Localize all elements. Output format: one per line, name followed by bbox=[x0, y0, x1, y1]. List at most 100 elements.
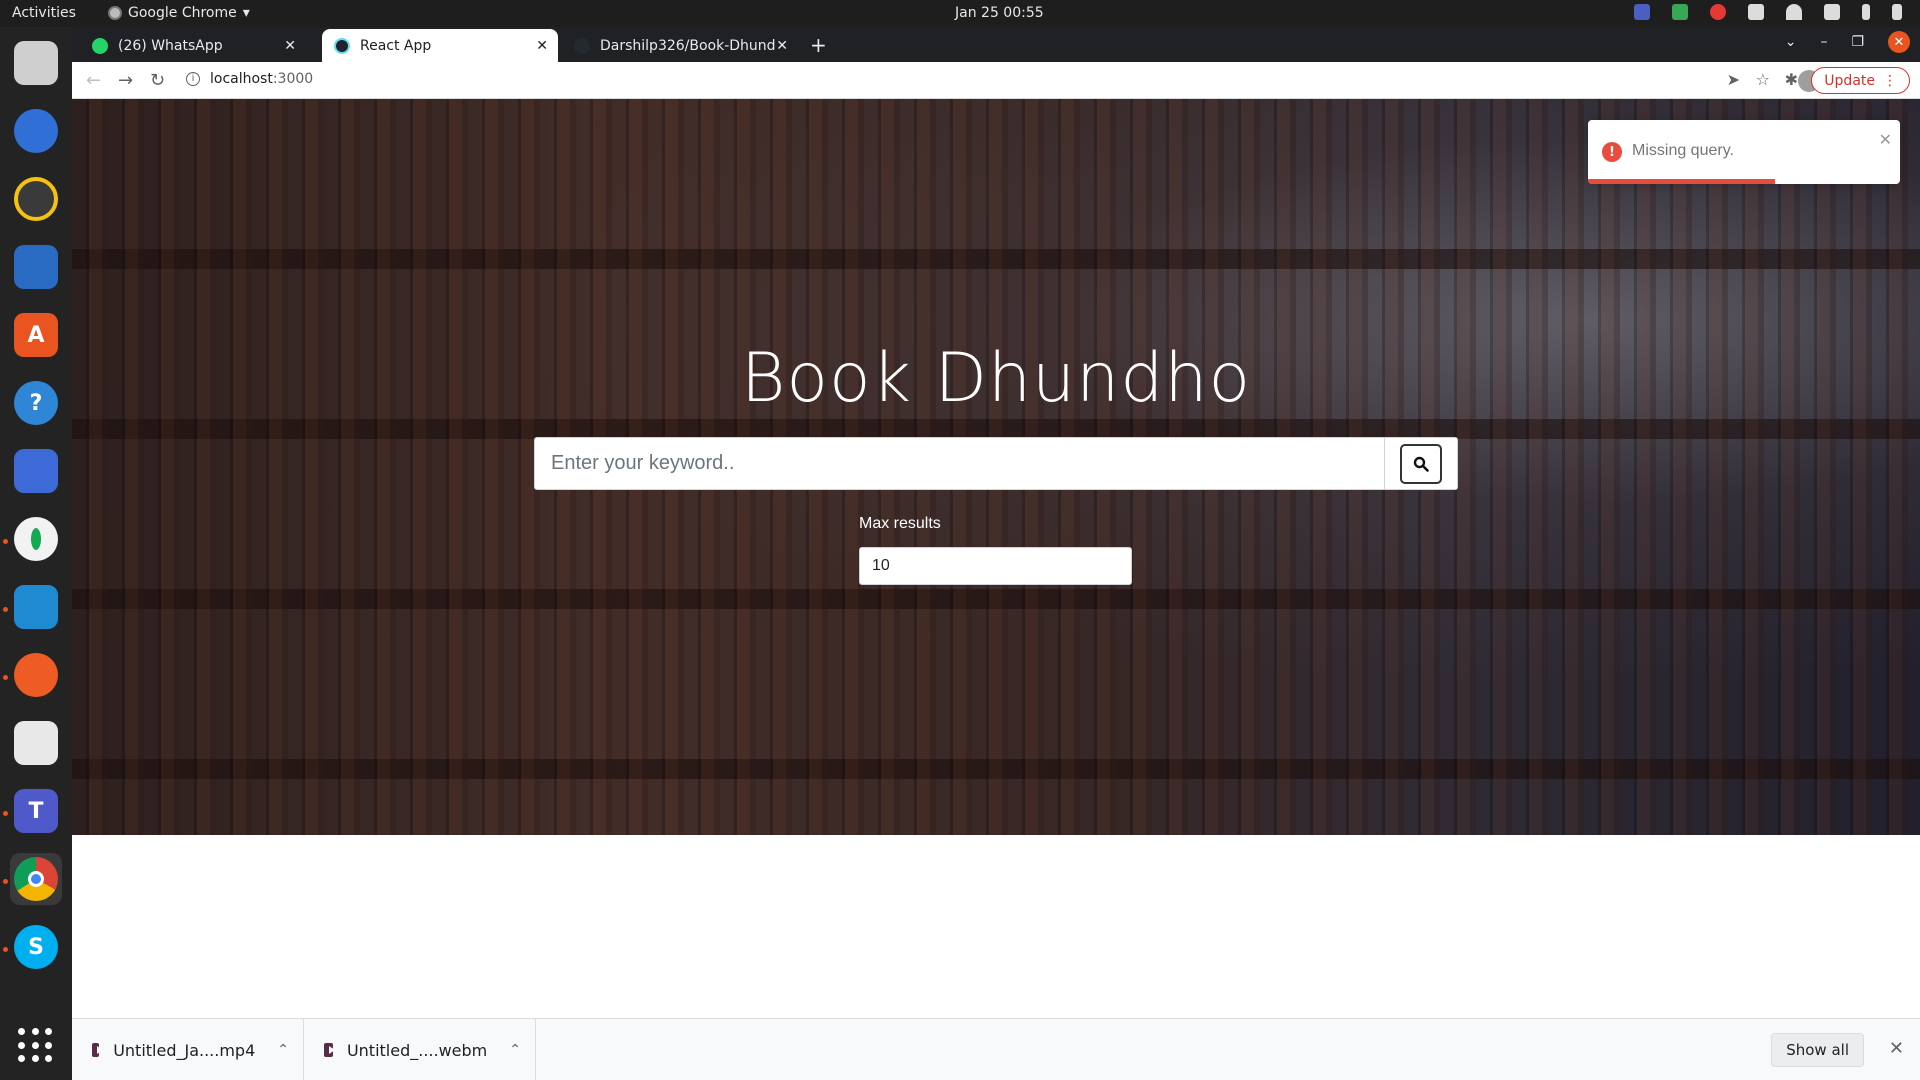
url-host: localhost bbox=[210, 71, 273, 87]
microphone-icon[interactable] bbox=[1862, 4, 1870, 20]
skype-icon: S bbox=[14, 925, 58, 969]
search-button[interactable] bbox=[1384, 438, 1457, 489]
dock-rhythmbox[interactable] bbox=[10, 173, 62, 225]
update-tray-icon[interactable] bbox=[1672, 4, 1688, 20]
screenshot-icon bbox=[14, 449, 58, 493]
postman-icon bbox=[14, 653, 58, 697]
extensions-puzzle-icon[interactable]: ✱ bbox=[1785, 70, 1798, 89]
github-icon bbox=[574, 37, 590, 54]
dock-software[interactable]: A bbox=[10, 309, 62, 361]
dock-writer[interactable] bbox=[10, 241, 62, 293]
dock-screenshot[interactable] bbox=[10, 445, 62, 497]
chevron-up-icon[interactable]: ⌃ bbox=[277, 1042, 289, 1058]
download-item[interactable]: Untitled_....webm ⌃ bbox=[304, 1019, 536, 1080]
running-indicator bbox=[3, 607, 8, 612]
window-controls: ⌄ – ❐ ✕ bbox=[1785, 31, 1910, 53]
tab-search-icon[interactable]: ⌄ bbox=[1785, 34, 1797, 50]
mongodb-compass-icon bbox=[14, 517, 58, 561]
browser-toolbar: ← → ↻ i localhost:3000 ➤ ☆ ✱ Update ⋮ bbox=[72, 62, 1920, 99]
error-toast[interactable]: ! Missing query. ✕ bbox=[1588, 120, 1900, 184]
react-icon bbox=[334, 37, 350, 54]
running-indicator bbox=[3, 675, 8, 680]
rhythmbox-icon bbox=[14, 177, 58, 221]
video-file-icon bbox=[324, 1043, 335, 1057]
bookmark-star-icon[interactable]: ☆ bbox=[1756, 70, 1770, 89]
close-icon[interactable]: ✕ bbox=[776, 38, 788, 54]
minimize-button[interactable]: – bbox=[1820, 34, 1827, 50]
show-all-button[interactable]: Show all bbox=[1771, 1033, 1864, 1067]
tab-react-app[interactable]: React App ✕ bbox=[322, 29, 558, 62]
battery-icon[interactable] bbox=[1892, 4, 1902, 20]
forward-icon[interactable]: → bbox=[118, 70, 133, 91]
dock-help[interactable]: ? bbox=[10, 377, 62, 429]
system-top-bar: Activities Google Chrome ▾ Jan 25 00:55 bbox=[0, 0, 1920, 27]
dock-document-viewer[interactable] bbox=[10, 717, 62, 769]
toast-progress-track bbox=[1588, 179, 1900, 184]
dock-postman[interactable] bbox=[10, 649, 62, 701]
tab-title: (26) WhatsApp bbox=[118, 37, 223, 54]
update-label: Update bbox=[1824, 72, 1875, 89]
dropbox-icon[interactable] bbox=[1748, 4, 1764, 20]
video-file-icon bbox=[92, 1043, 104, 1057]
toast-progress-bar bbox=[1588, 179, 1776, 184]
clock[interactable]: Jan 25 00:55 bbox=[955, 5, 1044, 21]
new-tab-button[interactable]: + bbox=[810, 33, 827, 57]
hero-banner: Book Dhundho Max results bbox=[72, 99, 1920, 835]
app-menu[interactable]: Google Chrome ▾ bbox=[108, 5, 250, 21]
thunderbird-icon bbox=[14, 109, 58, 153]
send-tab-icon[interactable]: ➤ bbox=[1727, 70, 1740, 89]
dock-files[interactable] bbox=[10, 37, 62, 89]
update-button[interactable]: Update ⋮ bbox=[1811, 67, 1910, 94]
dock-thunderbird[interactable] bbox=[10, 105, 62, 157]
download-filename: Untitled_....webm bbox=[346, 1040, 488, 1060]
dock-teams[interactable]: T bbox=[10, 785, 62, 837]
vscode-icon bbox=[14, 585, 58, 629]
search-input[interactable] bbox=[535, 438, 1385, 489]
running-indicator bbox=[3, 879, 8, 884]
running-indicator bbox=[3, 811, 8, 816]
tab-title: React App bbox=[360, 37, 432, 54]
back-icon[interactable]: ← bbox=[86, 70, 101, 91]
url-port: :3000 bbox=[272, 71, 314, 87]
restore-button[interactable]: ❐ bbox=[1851, 34, 1864, 50]
tab-strip: (26) WhatsApp ✕ React App ✕ Darshilp326/… bbox=[72, 27, 1920, 62]
dock-skype[interactable]: S bbox=[10, 921, 62, 973]
software-center-icon: A bbox=[14, 313, 58, 357]
toast-close-icon[interactable]: ✕ bbox=[1879, 130, 1892, 149]
show-applications-icon[interactable] bbox=[18, 1028, 54, 1064]
wifi-icon[interactable] bbox=[1786, 4, 1802, 20]
close-icon[interactable]: ✕ bbox=[284, 38, 296, 54]
chrome-small-icon bbox=[108, 6, 122, 20]
running-indicator bbox=[3, 539, 8, 544]
error-icon: ! bbox=[1602, 142, 1622, 162]
window-close-button[interactable]: ✕ bbox=[1888, 31, 1910, 53]
address-bar[interactable]: i localhost:3000 bbox=[186, 71, 313, 87]
chevron-up-icon[interactable]: ⌃ bbox=[509, 1042, 521, 1058]
max-results-label: Max results bbox=[859, 515, 941, 532]
search-icon bbox=[1413, 456, 1429, 472]
shelf-close-icon[interactable]: ✕ bbox=[1889, 1038, 1904, 1059]
download-item[interactable]: Untitled_Ja....mp4 ⌃ bbox=[72, 1019, 304, 1080]
tab-whatsapp[interactable]: (26) WhatsApp ✕ bbox=[80, 29, 306, 62]
teams-tray-icon[interactable] bbox=[1634, 4, 1650, 20]
dock-chrome[interactable] bbox=[10, 853, 62, 905]
reload-icon[interactable]: ↻ bbox=[150, 70, 165, 91]
tab-title: Darshilp326/Book-Dhund bbox=[600, 37, 775, 54]
site-info-icon[interactable]: i bbox=[186, 72, 200, 86]
chrome-icon bbox=[14, 857, 58, 901]
dock-mongodb[interactable] bbox=[10, 513, 62, 565]
dock-vscode[interactable] bbox=[10, 581, 62, 633]
files-icon bbox=[14, 41, 58, 85]
more-vert-icon: ⋮ bbox=[1883, 72, 1897, 89]
tab-github[interactable]: Darshilp326/Book-Dhund ✕ bbox=[562, 29, 798, 62]
download-shelf: Untitled_Ja....mp4 ⌃ Untitled_....webm ⌃… bbox=[72, 1018, 1920, 1080]
close-icon[interactable]: ✕ bbox=[536, 38, 548, 54]
whatsapp-icon bbox=[92, 37, 108, 54]
libreoffice-writer-icon bbox=[14, 245, 58, 289]
do-not-disturb-icon[interactable] bbox=[1710, 4, 1726, 20]
system-tray[interactable] bbox=[1634, 4, 1902, 20]
max-results-input[interactable] bbox=[859, 547, 1132, 585]
activities-button[interactable]: Activities bbox=[12, 5, 76, 21]
search-bar bbox=[534, 437, 1458, 490]
volume-icon[interactable] bbox=[1824, 4, 1840, 20]
